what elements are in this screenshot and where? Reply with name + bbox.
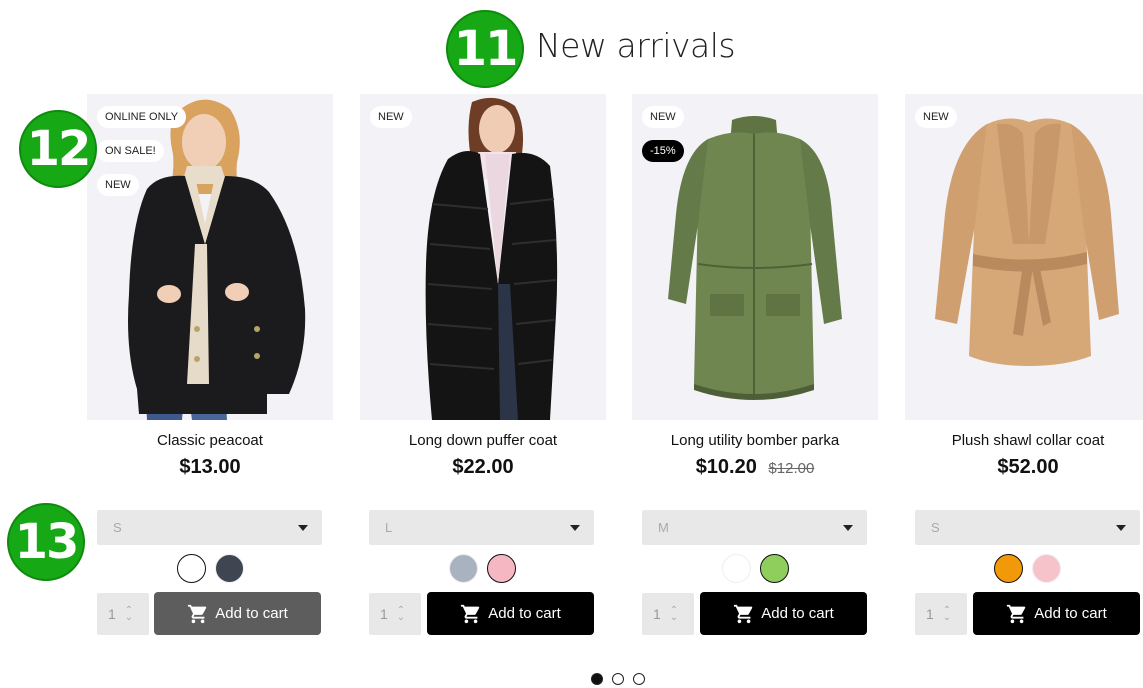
product-image[interactable]: NEW bbox=[360, 94, 606, 420]
pagination-dot[interactable] bbox=[633, 673, 645, 685]
quantity-value: 1 bbox=[926, 606, 934, 622]
product-price: $22.00 bbox=[452, 456, 514, 478]
size-select-value: S bbox=[931, 520, 940, 535]
color-swatches bbox=[449, 554, 516, 583]
product-card: ONLINE ONLY ON SALE! NEW Classic peacoat… bbox=[87, 94, 333, 479]
caret-down-icon bbox=[570, 524, 580, 531]
add-to-cart-button[interactable]: Add to cart bbox=[700, 592, 867, 635]
color-swatch[interactable] bbox=[487, 554, 516, 583]
cart-icon bbox=[1007, 604, 1026, 623]
badge-list: NEW -15% bbox=[642, 106, 684, 162]
size-select-value: L bbox=[385, 520, 393, 535]
product-image[interactable]: ONLINE ONLY ON SALE! NEW bbox=[87, 94, 333, 420]
product-image[interactable]: NEW bbox=[905, 94, 1143, 420]
color-swatch[interactable] bbox=[994, 554, 1023, 583]
caret-down-icon bbox=[843, 524, 853, 531]
color-swatch[interactable] bbox=[449, 554, 478, 583]
pagination-dot[interactable] bbox=[591, 673, 603, 685]
cart-icon bbox=[461, 604, 480, 623]
stepper-arrows-icon[interactable]: ⌃ ⌄ bbox=[125, 606, 133, 623]
product-price: $10.20 bbox=[695, 456, 757, 478]
cart-icon bbox=[734, 604, 753, 623]
color-swatch[interactable] bbox=[760, 554, 789, 583]
badge-on-sale: ON SALE! bbox=[97, 140, 164, 162]
color-swatch[interactable] bbox=[722, 554, 751, 583]
badge-list: ONLINE ONLY ON SALE! NEW bbox=[97, 106, 187, 196]
quantity-stepper[interactable]: 1 ⌃ ⌄ bbox=[369, 593, 421, 635]
add-to-cart-label: Add to cart bbox=[761, 605, 834, 622]
badge-new: NEW bbox=[97, 174, 139, 196]
stepper-arrows-icon[interactable]: ⌃ ⌄ bbox=[397, 606, 405, 623]
product-price: $13.00 bbox=[179, 456, 241, 478]
step-marker-13: 13 bbox=[7, 503, 85, 581]
stepper-arrows-icon[interactable]: ⌃ ⌄ bbox=[943, 606, 951, 623]
shawl-coat-image bbox=[905, 94, 1143, 420]
add-to-cart-label: Add to cart bbox=[215, 605, 288, 622]
quantity-value: 1 bbox=[653, 606, 661, 622]
badge-online-only: ONLINE ONLY bbox=[97, 106, 187, 128]
color-swatches bbox=[722, 554, 789, 583]
color-swatch[interactable] bbox=[215, 554, 244, 583]
product-name[interactable]: Long utility bomber parka bbox=[632, 432, 878, 449]
size-select-value: M bbox=[658, 520, 669, 535]
product-card: NEW -15% Long utility bomber parka $10.2… bbox=[632, 94, 878, 479]
badge-list: NEW bbox=[915, 106, 957, 128]
size-select-value: S bbox=[113, 520, 122, 535]
quantity-value: 1 bbox=[108, 606, 116, 622]
color-swatches bbox=[177, 554, 244, 583]
quantity-stepper[interactable]: 1 ⌃ ⌄ bbox=[97, 593, 149, 635]
color-swatch[interactable] bbox=[1032, 554, 1061, 583]
add-to-cart-label: Add to cart bbox=[1034, 605, 1107, 622]
step-marker-11: 11 bbox=[446, 10, 524, 88]
badge-new: NEW bbox=[642, 106, 684, 128]
add-to-cart-button[interactable]: Add to cart bbox=[427, 592, 594, 635]
badge-discount: -15% bbox=[642, 140, 684, 162]
product-image[interactable]: NEW -15% bbox=[632, 94, 878, 420]
pagination-dot[interactable] bbox=[612, 673, 624, 685]
size-select[interactable]: S bbox=[915, 510, 1140, 545]
step-marker-12: 12 bbox=[19, 110, 97, 188]
quantity-value: 1 bbox=[380, 606, 388, 622]
add-to-cart-button[interactable]: Add to cart bbox=[154, 592, 321, 635]
quantity-stepper[interactable]: 1 ⌃ ⌄ bbox=[915, 593, 967, 635]
badge-new: NEW bbox=[370, 106, 412, 128]
product-name[interactable]: Long down puffer coat bbox=[360, 432, 606, 449]
product-card: NEW Plush shawl collar coat $52.00 bbox=[905, 94, 1143, 479]
section-title: New arrivals bbox=[536, 26, 736, 65]
caret-down-icon bbox=[298, 524, 308, 531]
price-row: $22.00 bbox=[360, 456, 606, 479]
puffer-coat-image bbox=[360, 94, 606, 420]
badge-new: NEW bbox=[915, 106, 957, 128]
product-name[interactable]: Classic peacoat bbox=[87, 432, 333, 449]
add-to-cart-button[interactable]: Add to cart bbox=[973, 592, 1140, 635]
cart-icon bbox=[188, 604, 207, 623]
add-to-cart-label: Add to cart bbox=[488, 605, 561, 622]
product-price: $52.00 bbox=[997, 456, 1059, 478]
product-name[interactable]: Plush shawl collar coat bbox=[905, 432, 1143, 449]
size-select[interactable]: L bbox=[369, 510, 594, 545]
caret-down-icon bbox=[1116, 524, 1126, 531]
product-card: NEW Long down puffer coat $22.00 bbox=[360, 94, 606, 479]
carousel-pagination bbox=[591, 673, 645, 685]
stepper-arrows-icon[interactable]: ⌃ ⌄ bbox=[670, 606, 678, 623]
quantity-stepper[interactable]: 1 ⌃ ⌄ bbox=[642, 593, 694, 635]
price-row: $10.20 $12.00 bbox=[632, 456, 878, 479]
size-select[interactable]: M bbox=[642, 510, 867, 545]
color-swatch[interactable] bbox=[177, 554, 206, 583]
badge-list: NEW bbox=[370, 106, 412, 128]
price-row: $13.00 bbox=[87, 456, 333, 479]
color-swatches bbox=[994, 554, 1061, 583]
product-old-price: $12.00 bbox=[768, 460, 815, 477]
size-select[interactable]: S bbox=[97, 510, 322, 545]
price-row: $52.00 bbox=[905, 456, 1143, 479]
